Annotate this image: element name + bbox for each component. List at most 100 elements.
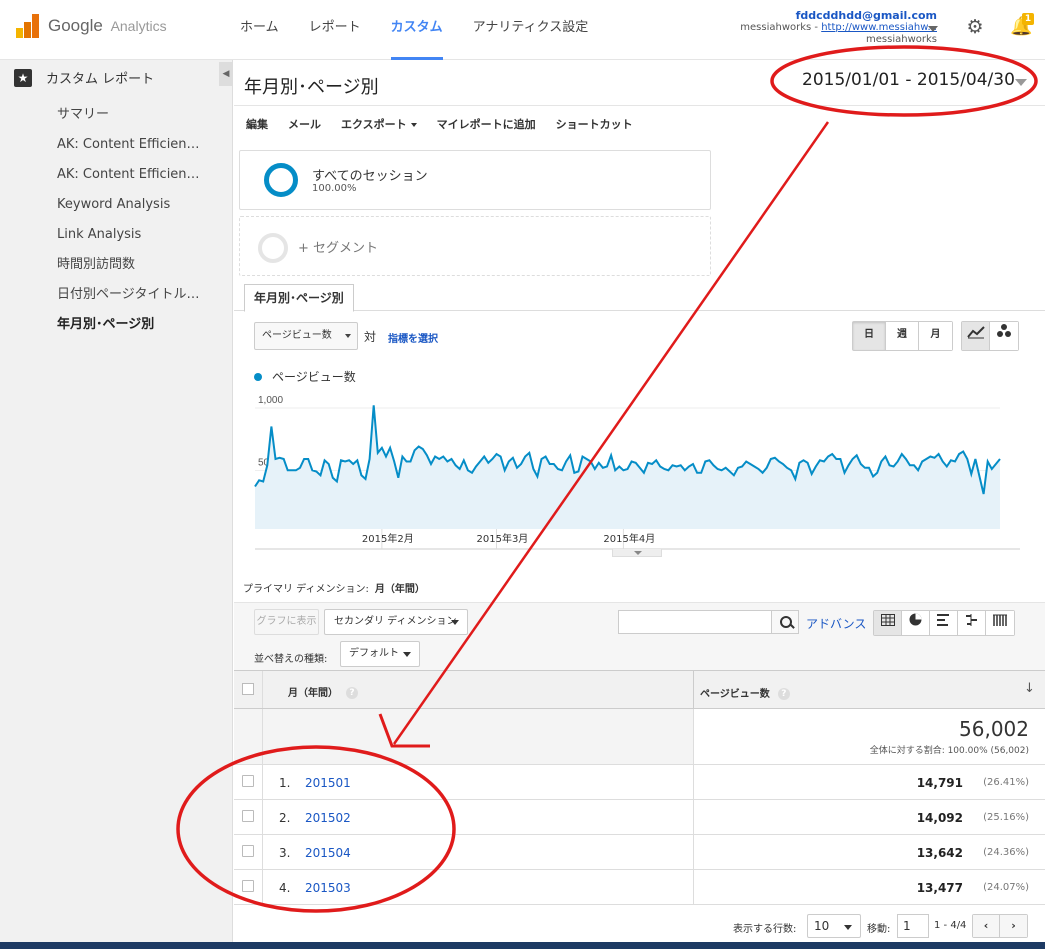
advanced-filter-link[interactable]: アドバンス	[806, 615, 866, 632]
report-toolbar: 編集 メール エクスポート マイレポートに追加 ショートカット	[246, 116, 653, 132]
sidebar-header[interactable]: ★ カスタム レポート	[14, 68, 154, 87]
google-analytics-logo[interactable]: Google Analytics	[16, 14, 167, 38]
comparison-icon[interactable]	[958, 611, 986, 635]
help-icon[interactable]: ?	[346, 687, 358, 699]
row-checkbox[interactable]	[242, 845, 254, 857]
x-tick-label: 2015年3月	[477, 532, 529, 545]
goto-label: 移動:	[867, 924, 891, 935]
column-header-pageviews[interactable]: ページビュー数?	[700, 685, 790, 700]
secondary-dimension-select[interactable]: セカンダリ ディメンション	[324, 609, 468, 635]
sidebar-item-link-analysis[interactable]: Link Analysis	[0, 220, 233, 250]
os-taskbar[interactable]	[0, 942, 1045, 949]
sidebar-item-content-efficiency-1[interactable]: AK: Content Efficiency...	[0, 130, 233, 160]
sidebar: ★ カスタム レポート ◀ サマリー AK: Content Efficienc…	[0, 60, 233, 949]
export-button[interactable]: エクスポート	[341, 116, 417, 132]
row-pageviews: 13,477	[916, 881, 963, 895]
star-icon: ★	[14, 68, 32, 87]
collapse-sidebar-icon[interactable]: ◀	[219, 62, 233, 86]
summary-total: 56,002	[959, 717, 1029, 741]
add-to-dashboard-button[interactable]: マイレポートに追加	[437, 116, 536, 132]
chevron-down-icon[interactable]	[928, 26, 938, 32]
prev-page-icon[interactable]: ‹	[973, 915, 1000, 937]
segment-ring-icon	[264, 163, 298, 197]
account-property: messiahworks - http://www.messiahw...	[740, 22, 937, 33]
row-pageviews: 13,642	[916, 846, 963, 860]
row-index: 4.	[279, 881, 291, 895]
page-title: 年月別･ページ別	[244, 77, 379, 98]
nav-reports[interactable]: レポート	[309, 0, 361, 60]
row-index: 1.	[279, 776, 291, 790]
x-tick-label: 2015年4月	[603, 532, 655, 545]
select-metric-link[interactable]: 指標を選択	[388, 330, 438, 345]
row-dimension-link[interactable]: 201503	[305, 881, 351, 895]
edit-button[interactable]: 編集	[246, 116, 268, 132]
segment-all-sessions[interactable]: すべてのセッション 100.00%	[239, 150, 711, 210]
account-selector[interactable]: fddcddhdd@gmail.com messiahworks - http:…	[740, 10, 937, 46]
period-month-button[interactable]: 月	[919, 322, 952, 350]
table-row: 3. 201504 13,642 (24.36%)	[234, 835, 1045, 870]
row-index: 3.	[279, 846, 291, 860]
add-segment-button[interactable]: + セグメント	[239, 216, 711, 276]
pageviews-line-chart[interactable]: 1,0005002015年2月 2015年3月 2015年4月	[234, 386, 1045, 556]
sort-desc-icon[interactable]: ↓	[1024, 681, 1035, 696]
line-chart-icon[interactable]	[962, 322, 990, 350]
sort-type-select[interactable]: デフォルト	[340, 641, 420, 667]
row-percent: (24.36%)	[983, 847, 1029, 858]
search-icon[interactable]	[771, 610, 799, 634]
table-view-toggle	[873, 610, 1015, 636]
pie-chart-icon[interactable]	[902, 611, 930, 635]
column-header-month[interactable]: 月（年間）?	[288, 684, 358, 699]
select-all-checkbox[interactable]	[242, 683, 254, 695]
nav-admin[interactable]: アナリティクス設定	[473, 0, 589, 60]
help-icon[interactable]: ?	[777, 688, 790, 700]
sidebar-item-keyword-analysis[interactable]: Keyword Analysis	[0, 190, 233, 220]
report-tabs: 年月別･ページ別	[234, 284, 1045, 312]
nav-home[interactable]: ホーム	[240, 0, 279, 60]
plot-rows-button[interactable]: グラフに表示	[254, 609, 319, 635]
term-cloud-icon[interactable]	[986, 611, 1014, 635]
primary-dimension-value[interactable]: 月（年間）	[375, 584, 425, 595]
shortcut-button[interactable]: ショートカット	[556, 116, 633, 132]
tab-month-page[interactable]: 年月別･ページ別	[244, 284, 354, 312]
y-tick-label: 1,000	[258, 395, 283, 406]
top-header: Google Analytics ホーム レポート カスタム アナリティクス設定…	[0, 0, 1045, 60]
bar-chart-icon[interactable]	[930, 611, 958, 635]
row-checkbox[interactable]	[242, 775, 254, 787]
row-percent: (25.16%)	[983, 812, 1029, 823]
sidebar-item-date-page-title[interactable]: 日付別ページタイトル別...	[0, 280, 233, 310]
table-grid-icon[interactable]	[874, 611, 902, 635]
logo-product: Analytics	[110, 18, 167, 34]
motion-chart-icon[interactable]	[990, 322, 1018, 350]
row-dimension-link[interactable]: 201504	[305, 846, 351, 860]
period-day-button[interactable]: 日	[853, 322, 886, 350]
email-button[interactable]: メール	[288, 116, 321, 132]
next-page-icon[interactable]: ›	[1000, 915, 1027, 937]
sidebar-item-content-efficiency-2[interactable]: AK: Content Efficiency...	[0, 160, 233, 190]
sidebar-item-month-page[interactable]: 年月別･ページ別	[0, 310, 233, 340]
row-dimension-link[interactable]: 201502	[305, 811, 351, 825]
rows-per-page-label: 表示する行数:	[733, 924, 797, 935]
metric-select[interactable]: ページビュー数	[254, 322, 358, 350]
gear-icon[interactable]: ⚙	[965, 17, 985, 37]
x-tick-label: 2015年2月	[362, 532, 414, 545]
row-pageviews: 14,092	[916, 811, 963, 825]
chevron-down-icon	[403, 652, 411, 657]
sidebar-item-summary[interactable]: サマリー	[0, 100, 233, 130]
chart-resize-handle[interactable]	[612, 549, 662, 557]
table-search-input[interactable]	[618, 610, 772, 634]
period-week-button[interactable]: 週	[886, 322, 919, 350]
chevron-down-icon[interactable]	[1015, 79, 1027, 86]
data-table: 月（年間）? ページビュー数? ↓ 56,002 全体に対する割合: 100.0…	[234, 670, 1045, 905]
vs-label: 対	[364, 330, 377, 344]
primary-dimension: プライマリ ディメンション: 月（年間）	[243, 580, 425, 595]
segment-pct: 100.00%	[312, 183, 357, 194]
row-dimension-link[interactable]: 201501	[305, 776, 351, 790]
rows-per-page-select[interactable]: 10	[807, 914, 861, 938]
row-checkbox[interactable]	[242, 810, 254, 822]
date-range-picker[interactable]: 2015/01/01 - 2015/04/30	[802, 70, 1015, 90]
sidebar-item-hourly-visits[interactable]: 時間別訪問数	[0, 250, 233, 280]
goto-page-input[interactable]: 1	[897, 914, 929, 938]
row-checkbox[interactable]	[242, 880, 254, 892]
property-url-link[interactable]: http://www.messiahw...	[821, 22, 937, 33]
nav-customization[interactable]: カスタム	[390, 0, 443, 60]
